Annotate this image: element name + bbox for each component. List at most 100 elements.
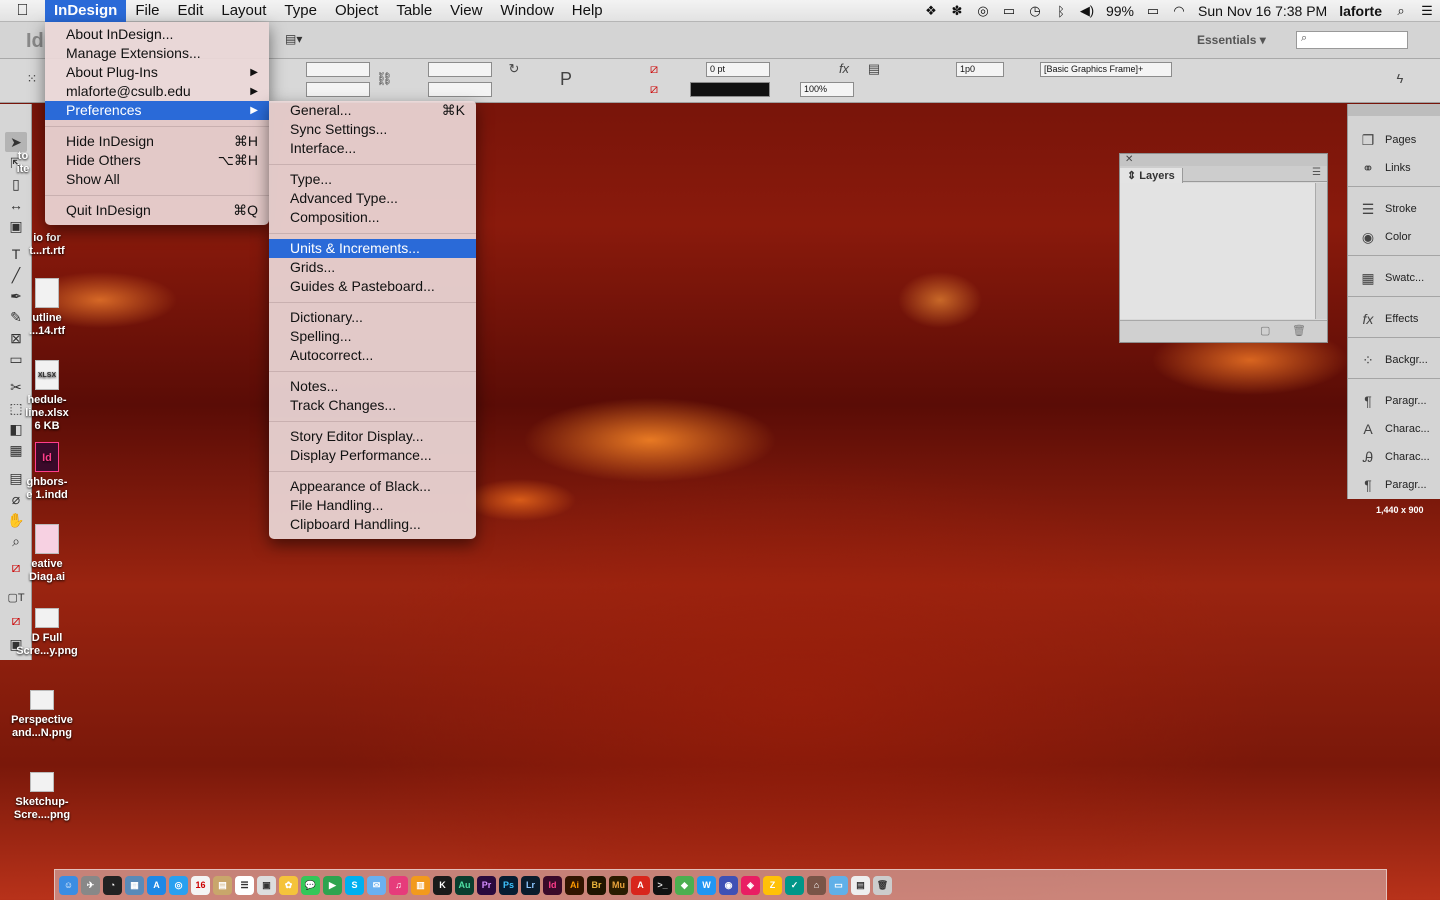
notes-icon[interactable]: ▤: [213, 875, 232, 895]
facetime-icon[interactable]: ▶: [323, 875, 342, 895]
pref-item-guides-pasteboard[interactable]: Guides & Pasteboard...: [269, 277, 476, 296]
fill-swatch-icon[interactable]: ⧄: [646, 61, 662, 77]
pref-item-sync-settings[interactable]: Sync Settings...: [269, 120, 476, 139]
ibooks-icon[interactable]: ▥: [411, 875, 430, 895]
dock-item-character[interactable]: A Charac...: [1348, 415, 1440, 443]
pref-item-type[interactable]: Type...: [269, 170, 476, 189]
desktop-icon-indd[interactable]: Id ghbors-e 1.indd: [6, 442, 88, 502]
trash-icon[interactable]: 🗑: [873, 875, 892, 895]
generic-app-icon[interactable]: ◈: [741, 875, 760, 895]
panel-titlebar[interactable]: ✕: [1120, 154, 1327, 166]
premiere-icon[interactable]: Pr: [477, 875, 496, 895]
photos-icon[interactable]: ✿: [279, 875, 298, 895]
dock-item-effects[interactable]: fx Effects: [1348, 305, 1440, 333]
airplay-icon[interactable]: ▭: [996, 3, 1022, 19]
clock[interactable]: Sun Nov 16 7:38 PM: [1192, 0, 1333, 22]
fx-icon[interactable]: fx: [836, 61, 852, 76]
trash-icon[interactable]: 🗑: [1292, 324, 1306, 337]
pref-item-spelling[interactable]: Spelling...: [269, 327, 476, 346]
text-wrap-icon[interactable]: ▤: [866, 61, 882, 77]
spotlight-icon[interactable]: ⌕: [1388, 3, 1414, 19]
audition-icon[interactable]: Au: [455, 875, 474, 895]
workspace-switcher[interactable]: Essentials ▾: [1197, 33, 1266, 47]
pref-item-units-increments[interactable]: Units & Increments...: [269, 239, 476, 258]
y-position-field[interactable]: [306, 82, 370, 97]
pref-item-appearance-of-black[interactable]: Appearance of Black...: [269, 477, 476, 496]
battery-icon[interactable]: ▭: [1140, 3, 1166, 19]
finder-icon[interactable]: ☺: [59, 875, 78, 895]
photoshop-icon[interactable]: Ps: [499, 875, 518, 895]
apple-menu-icon[interactable]: : [0, 2, 45, 20]
menu-file[interactable]: File: [126, 0, 168, 22]
pref-item-autocorrect[interactable]: Autocorrect...: [269, 346, 476, 365]
generic-app-icon[interactable]: ⌂: [807, 875, 826, 895]
dock-item-character-styles[interactable]: Ꭿ Charac...: [1348, 443, 1440, 471]
rotate-icon[interactable]: ↻: [506, 61, 522, 77]
layers-list[interactable]: [1120, 183, 1315, 319]
generic-app-icon[interactable]: ◆: [675, 875, 694, 895]
dock-item-swatches[interactable]: ▦ Swatc...: [1348, 264, 1440, 292]
selection-tool-icon[interactable]: ➤: [5, 132, 27, 152]
menu-edit[interactable]: Edit: [169, 0, 213, 22]
dashboard-icon[interactable]: ◔: [103, 875, 122, 895]
volume-icon[interactable]: ◀): [1074, 3, 1100, 19]
dock-item-paragraph-styles[interactable]: ¶ Paragr...: [1348, 471, 1440, 499]
downloads-folder-icon[interactable]: ▭: [829, 875, 848, 895]
stroke-weight-field[interactable]: 0 pt: [706, 62, 770, 77]
notification-center-icon[interactable]: ☰: [1414, 3, 1440, 19]
page-tool-icon[interactable]: ▯: [5, 174, 27, 194]
bluetooth-icon[interactable]: ᛒ: [1048, 4, 1074, 19]
new-layer-icon[interactable]: ▢: [1260, 324, 1270, 337]
menu-object[interactable]: Object: [326, 0, 387, 22]
stroke-type-select[interactable]: [690, 82, 770, 97]
type-on-path-icon[interactable]: P: [558, 69, 574, 90]
preview-icon[interactable]: ▣: [257, 875, 276, 895]
bridge-icon[interactable]: Br: [587, 875, 606, 895]
generic-app-icon[interactable]: ✓: [785, 875, 804, 895]
opacity-field[interactable]: 100%: [800, 82, 854, 97]
itunes-icon[interactable]: ♫: [389, 875, 408, 895]
safari-icon[interactable]: ◎: [169, 875, 188, 895]
pref-item-grids[interactable]: Grids...: [269, 258, 476, 277]
generic-app-icon[interactable]: Z: [763, 875, 782, 895]
desktop-icon-rtf-1[interactable]: io for t...rt.rtf: [6, 232, 88, 258]
paw-icon[interactable]: ✽: [944, 3, 970, 19]
lightroom-icon[interactable]: Lr: [521, 875, 540, 895]
pref-item-interface[interactable]: Interface...: [269, 139, 476, 158]
layers-scrollbar[interactable]: [1315, 183, 1327, 319]
menu-type[interactable]: Type: [275, 0, 326, 22]
x-position-field[interactable]: [306, 62, 370, 77]
pref-item-story-editor-display[interactable]: Story Editor Display...: [269, 427, 476, 446]
desktop-icon-png-3[interactable]: Sketchup- Scre....png: [1, 772, 83, 822]
indesign-icon[interactable]: Id: [543, 875, 562, 895]
formatting-affects-icon[interactable]: ▢T: [5, 588, 27, 608]
mail-icon[interactable]: ✉: [367, 875, 386, 895]
menu-item-show-all[interactable]: Show All: [45, 170, 269, 189]
menu-layout[interactable]: Layout: [212, 0, 275, 22]
desktop-icon-ai[interactable]: eative Diag.ai: [6, 524, 88, 584]
menu-indesign[interactable]: InDesign: [45, 0, 127, 22]
gap-tool-icon[interactable]: ↔: [5, 195, 27, 215]
documents-folder-icon[interactable]: ▤: [851, 875, 870, 895]
desktop-icon-png-1[interactable]: D Full Scre...y.png: [6, 608, 88, 658]
pref-item-dictionary[interactable]: Dictionary...: [269, 308, 476, 327]
menu-item-preferences[interactable]: Preferences ▶: [45, 101, 269, 120]
muse-icon[interactable]: Mu: [609, 875, 628, 895]
close-icon[interactable]: ✕: [1125, 154, 1133, 165]
launchpad-icon[interactable]: ✈: [81, 875, 100, 895]
pref-item-clipboard-handling[interactable]: Clipboard Handling...: [269, 515, 476, 534]
menu-item-hide[interactable]: Hide InDesign ⌘H: [45, 132, 269, 151]
app-store-icon[interactable]: A: [147, 875, 166, 895]
dock-item-paragraph[interactable]: ¶ Paragr...: [1348, 387, 1440, 415]
dock-item-stroke[interactable]: ☰ Stroke: [1348, 195, 1440, 223]
menu-item-manage-extensions[interactable]: Manage Extensions...: [45, 44, 269, 63]
constrain-proportions-icon[interactable]: ⛓: [376, 71, 393, 87]
dock-item-pages[interactable]: ❐ Pages: [1348, 126, 1440, 154]
desktop-icon-rtf-2[interactable]: utline ...14.rtf: [6, 278, 88, 338]
menu-item-quit[interactable]: Quit InDesign ⌘Q: [45, 201, 269, 220]
panel-menu-icon[interactable]: ☰: [1312, 167, 1321, 178]
menu-item-hide-others[interactable]: Hide Others ⌥⌘H: [45, 151, 269, 170]
reference-point-icon[interactable]: ⁙: [24, 71, 40, 87]
dock-item-links[interactable]: ⚭ Links: [1348, 154, 1440, 182]
pref-item-track-changes[interactable]: Track Changes...: [269, 396, 476, 415]
